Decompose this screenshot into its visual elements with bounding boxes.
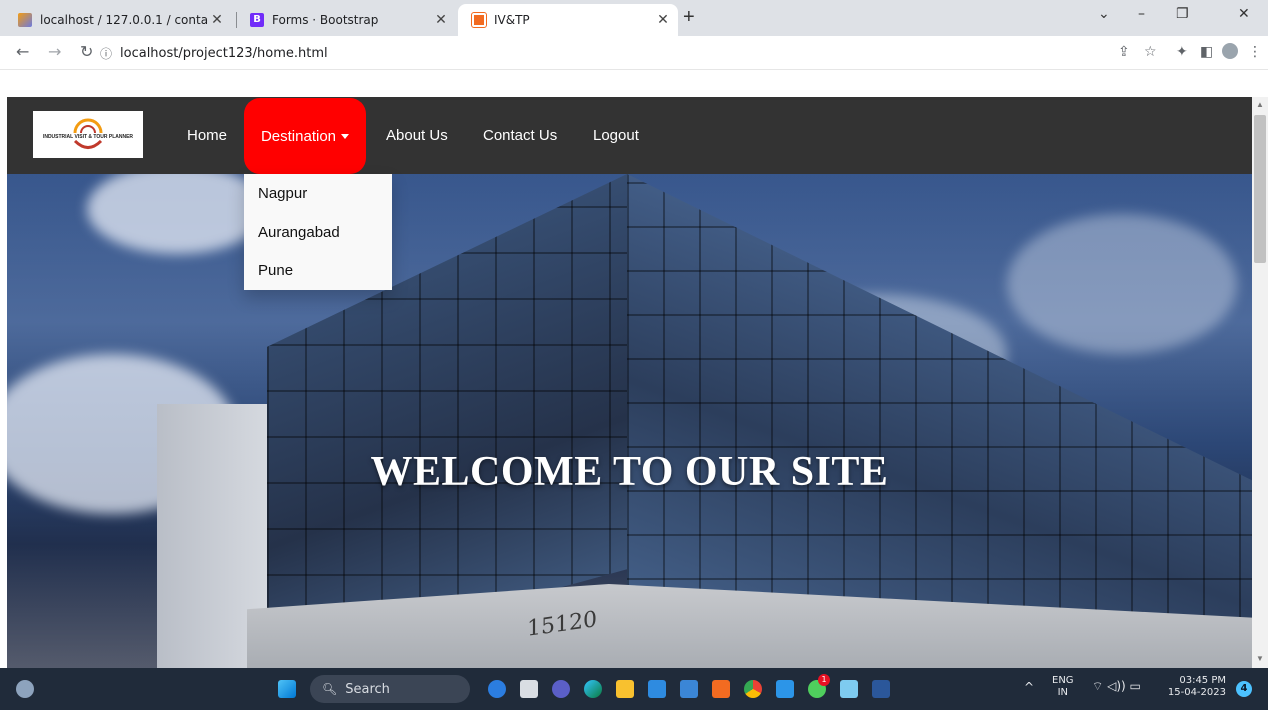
nav-logout[interactable]: Logout <box>593 97 639 174</box>
nav-destination[interactable]: Destination <box>244 98 366 174</box>
clock[interactable]: 03:45 PM 15-04-2023 <box>1166 675 1226 699</box>
bookmark-star-icon[interactable]: ☆ <box>1144 44 1157 60</box>
store-icon[interactable] <box>680 680 698 698</box>
bing-icon[interactable] <box>488 680 506 698</box>
clock-date: 15-04-2023 <box>1167 687 1226 698</box>
xampp-icon <box>471 12 487 28</box>
site-logo[interactable]: INDUSTRIAL VISIT & TOUR PLANNER <box>33 111 143 158</box>
phpmyadmin-icon <box>18 13 32 27</box>
nav-about[interactable]: About Us <box>386 97 448 174</box>
tab-title: localhost / 127.0.0.1 / contactform <box>40 13 208 27</box>
bootstrap-icon: B <box>250 13 264 27</box>
file-explorer-icon[interactable] <box>616 680 634 698</box>
tray-overflow-chevron-icon[interactable]: ^ <box>1024 680 1034 694</box>
logo-swoosh-icon <box>73 139 103 149</box>
profile-avatar[interactable] <box>1222 43 1238 59</box>
tab-title: Forms · Bootstrap <box>272 13 379 27</box>
nav-destination-label: Destination <box>260 127 337 145</box>
page-scrollbar[interactable]: ▲ ▼ <box>1252 97 1268 668</box>
tab-title: IV&TP <box>494 13 530 27</box>
tab-bootstrap-forms[interactable]: B Forms · Bootstrap ✕ <box>236 4 456 36</box>
close-icon[interactable]: ✕ <box>432 12 450 28</box>
url-text: localhost/project123/home.html <box>120 45 328 61</box>
lang-top: ENG <box>1052 675 1074 686</box>
word-icon[interactable] <box>872 680 890 698</box>
weather-icon[interactable] <box>16 680 34 698</box>
tab-search-chevron-icon[interactable]: ⌄ <box>1098 6 1110 22</box>
nav-home-label: Home <box>187 127 228 144</box>
extensions-icon[interactable]: ✦ <box>1176 44 1188 60</box>
search-icon: 🔍︎ <box>322 682 338 696</box>
gear-sun-icon <box>73 118 103 133</box>
nav-logout-label: Logout <box>593 127 639 144</box>
dropdown-item-pune[interactable]: Pune <box>258 262 293 279</box>
side-panel-icon[interactable]: ◧ <box>1200 44 1213 60</box>
page-viewport: 15120 WELCOME TO OUR SITE INDUSTRIAL VIS… <box>7 97 1252 668</box>
browser-menu-icon[interactable]: ⋮ <box>1248 44 1262 60</box>
windows-start-icon[interactable] <box>278 680 296 698</box>
mysql-workbench-icon[interactable] <box>648 680 666 698</box>
browser-tab-strip: localhost / 127.0.0.1 / contactform ✕ B … <box>0 0 1268 36</box>
destination-dropdown: Nagpur Aurangabad Pune <box>244 174 392 290</box>
address-bar[interactable]: ⓘ localhost/project123/home.html <box>100 41 1110 65</box>
edge-icon[interactable] <box>584 680 602 698</box>
whatsapp-badge: 1 <box>818 674 830 686</box>
teams-chat-icon[interactable] <box>552 680 570 698</box>
dropdown-item-nagpur[interactable]: Nagpur <box>258 185 307 202</box>
site-info-icon[interactable]: ⓘ <box>100 45 112 62</box>
notepad-icon[interactable] <box>840 680 858 698</box>
nav-contact[interactable]: Contact Us <box>483 97 557 174</box>
task-view-icon[interactable] <box>520 680 538 698</box>
wifi-volume-battery-icon[interactable]: ⌔ ◁)) ▭ <box>1092 679 1141 694</box>
minimize-icon[interactable]: – <box>1138 6 1145 22</box>
restore-icon[interactable]: ❐ <box>1176 6 1189 22</box>
tab-ivtp[interactable]: IV&TP ✕ <box>458 4 678 36</box>
scroll-down-icon[interactable]: ▼ <box>1256 654 1264 663</box>
xampp-taskbar-icon[interactable] <box>712 680 730 698</box>
nav-about-label: About Us <box>386 127 448 144</box>
hero-section: 15120 WELCOME TO OUR SITE <box>7 164 1252 668</box>
back-icon[interactable]: ← <box>16 42 29 61</box>
nav-home[interactable]: Home <box>187 97 227 174</box>
hero-title: WELCOME TO OUR SITE <box>370 449 889 495</box>
reload-icon[interactable]: ↻ <box>80 42 93 61</box>
nav-contact-label: Contact Us <box>483 127 558 144</box>
share-icon[interactable]: ⇪ <box>1118 44 1130 60</box>
browser-toolbar: ← → ↻ ⓘ localhost/project123/home.html ⇪… <box>0 36 1268 70</box>
new-tab-icon[interactable]: + <box>683 6 695 29</box>
clock-time: 03:45 PM <box>1179 675 1226 686</box>
notification-badge[interactable]: 4 <box>1236 681 1252 697</box>
scrollbar-thumb[interactable] <box>1254 115 1266 263</box>
lang-bottom: IN <box>1057 687 1068 698</box>
windows-taskbar: 🔍︎ Search 1 ^ ENG IN ⌔ ◁)) ▭ 03:45 PM 15… <box>0 668 1268 710</box>
taskbar-search[interactable]: 🔍︎ Search <box>310 675 470 703</box>
search-label: Search <box>345 681 390 697</box>
forward-icon[interactable]: → <box>48 42 61 61</box>
vscode-icon[interactable] <box>776 680 794 698</box>
close-icon[interactable]: ✕ <box>654 12 672 28</box>
language-indicator[interactable]: ENG IN <box>1052 675 1074 699</box>
dropdown-item-aurangabad[interactable]: Aurangabad <box>258 224 340 241</box>
scroll-up-icon[interactable]: ▲ <box>1256 100 1264 109</box>
tab-phpmyadmin[interactable]: localhost / 127.0.0.1 / contactform ✕ <box>4 4 232 36</box>
whatsapp-icon[interactable]: 1 <box>808 674 830 698</box>
site-navbar: INDUSTRIAL VISIT & TOUR PLANNER Home Des… <box>7 97 1252 174</box>
window-close-icon[interactable]: ✕ <box>1238 6 1250 22</box>
close-icon[interactable]: ✕ <box>208 12 226 28</box>
caret-down-icon <box>341 133 350 139</box>
chrome-icon[interactable] <box>744 680 762 698</box>
